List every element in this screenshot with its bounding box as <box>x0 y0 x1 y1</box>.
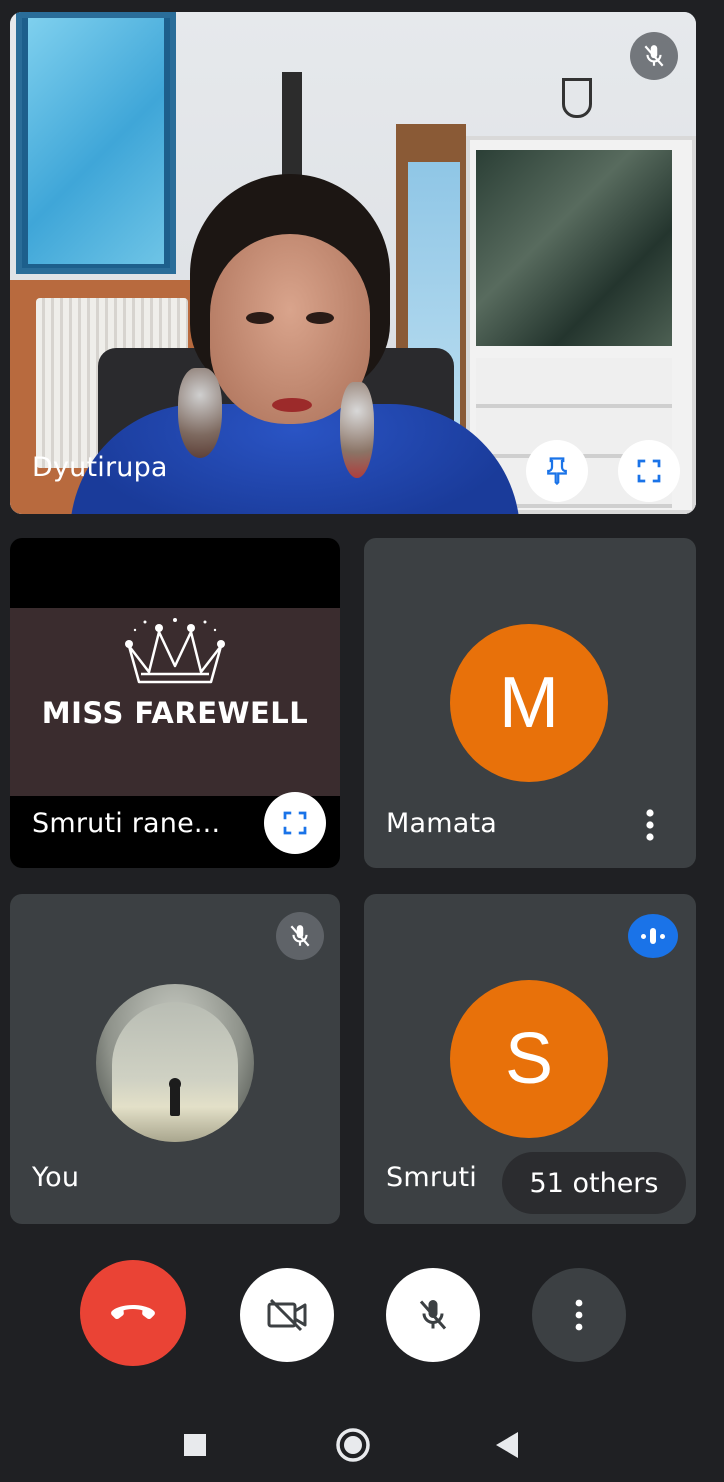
audio-level-icon <box>628 914 678 958</box>
crown-icon <box>125 618 225 684</box>
more-vert-icon <box>575 1299 583 1331</box>
person-eye-right <box>306 312 334 324</box>
home-button[interactable] <box>334 1426 372 1468</box>
mic-off-icon <box>419 1300 447 1330</box>
end-call-button[interactable] <box>80 1260 186 1366</box>
avatar <box>96 984 254 1142</box>
person-eye-left <box>246 312 274 324</box>
circle-icon <box>336 1428 370 1462</box>
participant-name: You <box>32 1162 80 1193</box>
avatar: M <box>450 624 608 782</box>
participant-tile[interactable]: M Mamata <box>364 538 696 868</box>
triangle-back-icon <box>496 1432 518 1458</box>
mic-toggle-button[interactable] <box>386 1268 480 1362</box>
cabinet-glass <box>476 150 672 346</box>
others-badge[interactable]: 51 others <box>502 1152 686 1214</box>
recents-button[interactable] <box>182 1432 208 1462</box>
participant-name: Dyutirupa <box>32 452 168 483</box>
self-tile[interactable]: You <box>10 894 340 1224</box>
others-count: 51 others <box>529 1167 659 1199</box>
call-end-icon <box>111 1305 155 1320</box>
pin-icon <box>547 457 567 486</box>
person-lips <box>272 398 312 412</box>
participant-name: Mamata <box>386 808 498 839</box>
mic-off-icon <box>630 32 678 80</box>
back-button[interactable] <box>494 1430 520 1464</box>
banner-title: MISS FAREWELL <box>41 696 309 730</box>
fullscreen-icon <box>283 811 307 835</box>
videocam-off-icon <box>267 1298 307 1332</box>
participant-tile[interactable]: S Smruti 51 others <box>364 894 696 1224</box>
participant-name: Smruti rane... <box>32 808 221 839</box>
earring-right <box>340 382 374 478</box>
fullscreen-icon <box>637 459 661 483</box>
fullscreen-button[interactable] <box>618 440 680 502</box>
pole <box>282 72 302 182</box>
more-vert-icon <box>646 809 654 841</box>
more-options-button[interactable] <box>630 802 670 848</box>
main-speaker-tile[interactable]: Dyutirupa <box>10 12 696 514</box>
avatar: S <box>450 980 608 1138</box>
participant-name: Smruti <box>386 1162 477 1193</box>
lamp <box>562 78 592 118</box>
shared-banner: MISS FAREWELL <box>10 608 340 796</box>
square-icon <box>184 1434 206 1456</box>
mic-off-icon <box>276 912 324 960</box>
more-options-button[interactable] <box>532 1268 626 1362</box>
fullscreen-button[interactable] <box>264 792 326 854</box>
camera-toggle-button[interactable] <box>240 1268 334 1362</box>
window-glass <box>28 18 164 264</box>
participant-tile[interactable]: MISS FAREWELL Smruti rane... <box>10 538 340 868</box>
pin-button[interactable] <box>526 440 588 502</box>
earring-left <box>178 368 222 458</box>
